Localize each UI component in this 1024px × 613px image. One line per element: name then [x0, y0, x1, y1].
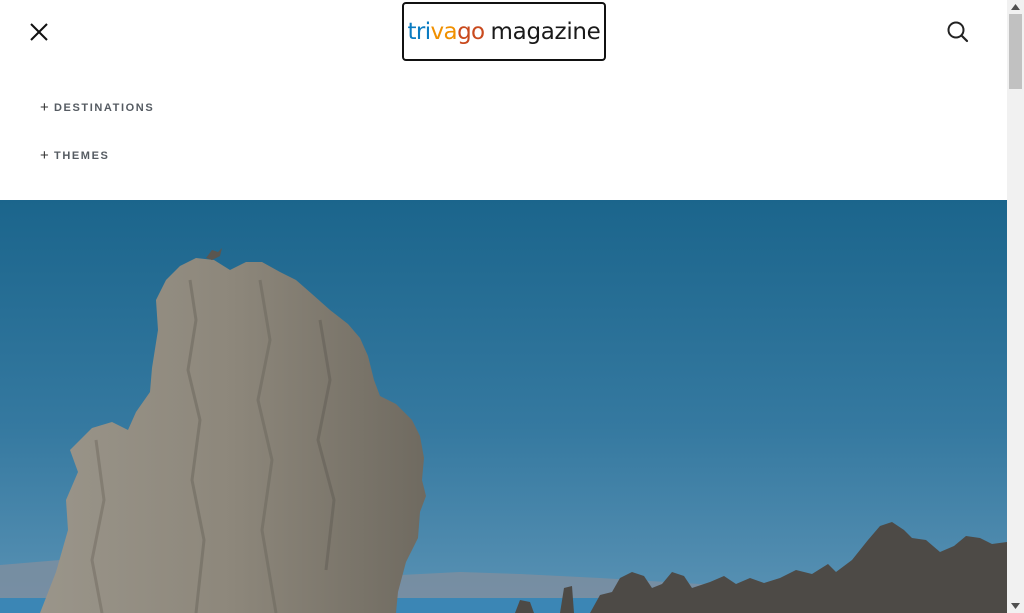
expand-plus-icon: + [40, 147, 49, 164]
scrollbar-thumb[interactable] [1009, 14, 1022, 89]
logo-text-magazine: magazine [490, 18, 601, 45]
search-icon [947, 21, 969, 43]
page-scrollbar[interactable] [1007, 0, 1024, 613]
scroll-down-arrow-icon[interactable] [1007, 599, 1024, 613]
page: tri va go magazine + DESTINATIONS + THEMES [0, 0, 1007, 613]
logo-text-tri: tri [407, 18, 431, 45]
menu-item-label: THEMES [54, 149, 110, 162]
expand-plus-icon: + [40, 99, 49, 116]
logo-text-go: go [457, 18, 485, 45]
menu-item-destinations[interactable]: + DESTINATIONS [40, 100, 154, 115]
scroll-up-arrow-icon[interactable] [1007, 0, 1024, 14]
menu-item-themes[interactable]: + THEMES [40, 148, 109, 163]
trivago-magazine-logo[interactable]: tri va go magazine [402, 2, 606, 61]
close-icon [30, 23, 48, 41]
menu-item-label: DESTINATIONS [54, 101, 155, 114]
logo-text-va: va [430, 18, 458, 45]
hero-image [0, 200, 1007, 613]
search-button[interactable] [945, 19, 971, 45]
close-menu-button[interactable] [26, 19, 52, 45]
